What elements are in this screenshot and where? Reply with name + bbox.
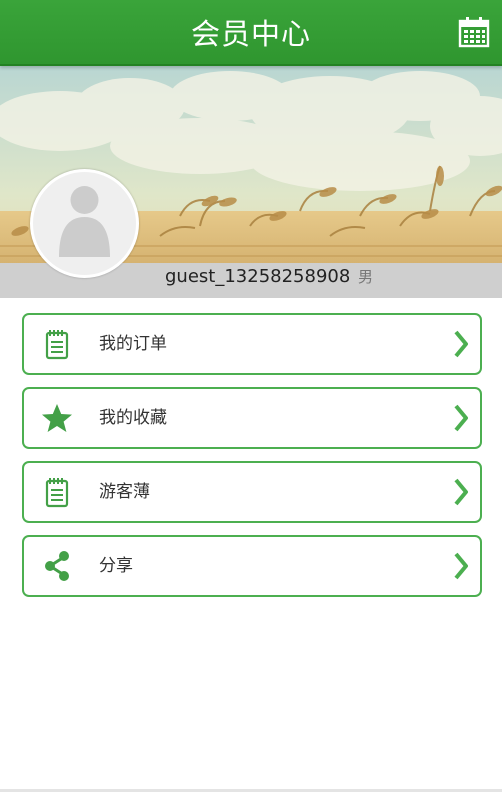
menu-label: 我的收藏 [99,408,167,428]
app-header: 会员中心 [0,0,502,66]
chevron-right-icon [454,552,468,580]
calendar-icon[interactable] [458,16,490,48]
menu-label: 分享 [99,556,133,576]
notepad-icon [45,330,69,360]
default-avatar-icon [59,186,110,257]
menu-item-guestbook[interactable]: 游客薄 [22,461,482,523]
username: guest_13258258908 [165,266,351,287]
page-title: 会员中心 [190,17,311,51]
chevron-right-icon [454,330,468,358]
share-icon [45,551,69,581]
menu-label: 游客薄 [99,482,150,502]
star-icon [42,404,72,432]
chevron-right-icon [454,404,468,432]
menu-label: 我的订单 [99,334,167,354]
menu-item-favorites[interactable]: 我的收藏 [22,387,482,449]
menu-item-share[interactable]: 分享 [22,535,482,597]
gender-label: 男 [358,268,374,286]
chevron-right-icon [454,478,468,506]
notepad-icon [45,478,69,508]
avatar[interactable] [30,169,139,278]
menu-item-orders[interactable]: 我的订单 [22,313,482,375]
